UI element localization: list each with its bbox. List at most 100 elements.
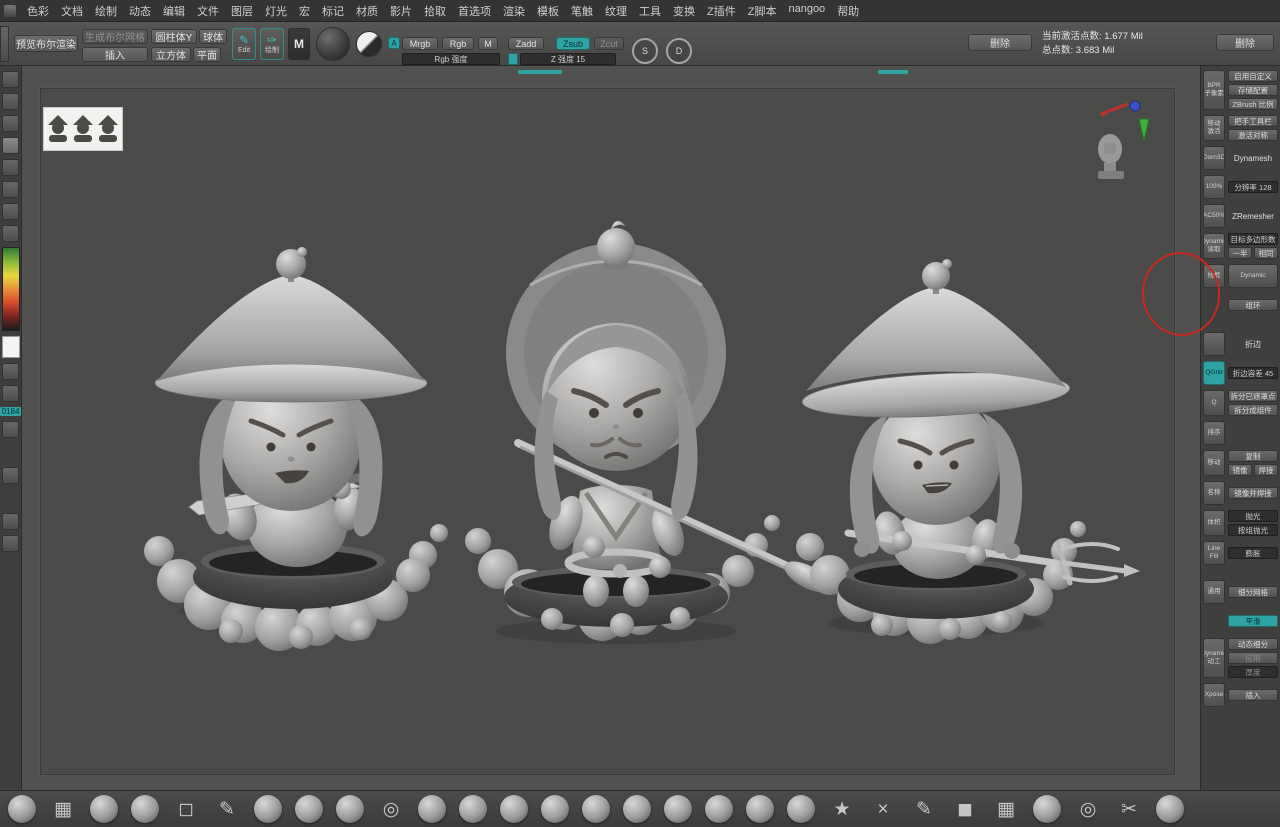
zbrush-scale-button[interactable]: ZBrush 比例 bbox=[1228, 98, 1278, 110]
menu-item[interactable]: 动态 bbox=[123, 0, 157, 22]
zsub-button[interactable]: Zsub bbox=[556, 37, 590, 50]
hidden-palette-tab[interactable] bbox=[518, 70, 562, 74]
hidden-palette-tab[interactable] bbox=[878, 70, 908, 74]
pinch-brush-icon[interactable] bbox=[336, 795, 364, 823]
wireframe-icon[interactable]: 线框 bbox=[1203, 264, 1225, 288]
menu-item[interactable]: 工具 bbox=[633, 0, 667, 22]
apply-button[interactable]: 应用 bbox=[1228, 652, 1278, 664]
blob-brush-icon[interactable] bbox=[664, 795, 692, 823]
half-button[interactable]: 一半 bbox=[1228, 247, 1252, 259]
menu-item[interactable]: 变换 bbox=[667, 0, 701, 22]
z-intensity-slider[interactable]: Z 强度 15 bbox=[520, 53, 616, 65]
menu-item[interactable]: 纹理 bbox=[599, 0, 633, 22]
inflate-slider[interactable]: 膨胀 bbox=[1228, 547, 1278, 559]
cross-brush-icon[interactable]: × bbox=[869, 795, 897, 823]
a-toggle-button[interactable]: A bbox=[388, 37, 400, 49]
canvas-area[interactable] bbox=[22, 66, 1200, 790]
smooth-toggle-button[interactable]: 平滑 bbox=[1228, 615, 1278, 627]
menu-item[interactable]: 绘制 bbox=[89, 0, 123, 22]
crease-brush-icon[interactable] bbox=[418, 795, 446, 823]
drop-sphere-icon[interactable] bbox=[1156, 795, 1184, 823]
smooth-brush-icon[interactable] bbox=[254, 795, 282, 823]
knife-brush-icon[interactable]: ✎ bbox=[910, 795, 938, 823]
resolution-slider[interactable]: 分辨率 128 bbox=[1228, 181, 1278, 193]
zcut-button[interactable]: Zcut bbox=[594, 37, 624, 50]
draw-mode-button[interactable]: ✑ 绘制 bbox=[260, 28, 284, 60]
menu-item[interactable]: 拾取 bbox=[418, 0, 452, 22]
zbrush-document[interactable] bbox=[40, 88, 1175, 775]
polish-brush-icon[interactable] bbox=[500, 795, 528, 823]
move-icon[interactable]: 移动 bbox=[1203, 450, 1225, 476]
menu-item[interactable]: 图层 bbox=[225, 0, 259, 22]
sculpt-figure-center[interactable] bbox=[465, 220, 836, 644]
left-tray-toggle[interactable] bbox=[0, 26, 9, 62]
menu-item[interactable]: 影片 bbox=[384, 0, 418, 22]
left-tray-button[interactable] bbox=[2, 535, 19, 552]
cylinder-y-button[interactable]: 圆柱体Y bbox=[151, 29, 197, 44]
rgb-button[interactable]: Rgb bbox=[442, 37, 474, 50]
sort-icon[interactable]: 排序 bbox=[1203, 421, 1225, 445]
snakehook-brush-icon[interactable] bbox=[705, 795, 733, 823]
cube-primitive-icon[interactable]: ◼ bbox=[951, 795, 979, 823]
duplicate-button[interactable]: 复制 bbox=[1228, 450, 1278, 462]
dynamic-read-icon[interactable]: Dynamic 读取 bbox=[1203, 233, 1225, 259]
dynamic-subdiv-icon[interactable]: Dynamic 动工 bbox=[1203, 638, 1225, 678]
move-brush-icon[interactable] bbox=[131, 795, 159, 823]
polymesh-cube-icon[interactable]: ▦ bbox=[49, 795, 77, 823]
menu-item[interactable]: Z脚本 bbox=[742, 0, 783, 22]
sculpt-figure-left[interactable] bbox=[144, 247, 448, 651]
menu-item[interactable]: 帮助 bbox=[831, 0, 865, 22]
left-tray-button[interactable] bbox=[2, 115, 19, 132]
menu-item[interactable]: Z插件 bbox=[701, 0, 742, 22]
ring-primitive-icon[interactable]: ◎ bbox=[1074, 795, 1102, 823]
store-config-button[interactable]: 存储配置 bbox=[1228, 84, 1278, 96]
volume-icon[interactable]: 体积 bbox=[1203, 510, 1225, 536]
split-masked-button[interactable]: 拆分已遮罩点 bbox=[1228, 390, 1278, 402]
mesh-cube-icon[interactable]: ▦ bbox=[992, 795, 1020, 823]
menu-item[interactable]: 首选项 bbox=[452, 0, 497, 22]
qgrid-button[interactable]: QGrid bbox=[1203, 361, 1225, 385]
left-tray-button[interactable] bbox=[2, 225, 19, 242]
dynamic-subdiv-button[interactable]: 动态细分 bbox=[1228, 638, 1278, 650]
same-button[interactable]: 相同 bbox=[1254, 247, 1278, 259]
line-fill-icon[interactable]: Line Fill bbox=[1203, 541, 1225, 565]
star-brush-icon[interactable]: ★ bbox=[828, 795, 856, 823]
standard-brush-icon[interactable] bbox=[8, 795, 36, 823]
material-sphere-icon[interactable] bbox=[316, 27, 350, 61]
inflate-brush-icon[interactable] bbox=[295, 795, 323, 823]
left-tray-button[interactable] bbox=[2, 421, 19, 438]
divide-brush-icon[interactable]: 通用 bbox=[1203, 580, 1225, 604]
split-parts-button[interactable]: 拆分成组件 bbox=[1228, 404, 1278, 416]
dynamic-icon[interactable]: Dynamic bbox=[1228, 264, 1278, 288]
mirror-button[interactable]: 镜像 bbox=[1228, 464, 1252, 476]
name-icon[interactable]: 名称 bbox=[1203, 481, 1225, 505]
menu-item[interactable]: 宏 bbox=[293, 0, 316, 22]
left-tray-button[interactable] bbox=[2, 203, 19, 220]
crease-cube-icon[interactable] bbox=[1203, 332, 1225, 356]
xpose-icon[interactable]: Xpose bbox=[1203, 683, 1225, 707]
left-tray-button[interactable] bbox=[2, 363, 19, 380]
menu-item[interactable]: 笔触 bbox=[565, 0, 599, 22]
delete-right-button[interactable]: 删除 bbox=[1216, 34, 1274, 51]
dorn3d-icon[interactable]: Dorn3D bbox=[1203, 146, 1225, 170]
generate-boolean-button[interactable]: 生成布尔网格 bbox=[82, 29, 148, 44]
delete-button[interactable]: 删除 bbox=[968, 34, 1032, 51]
menu-item[interactable]: 文件 bbox=[191, 0, 225, 22]
gizmo-toolbar-button[interactable]: 把手工具栏 bbox=[1228, 115, 1278, 127]
menu-item[interactable]: nangoo bbox=[782, 0, 831, 22]
polish-slider[interactable]: 抛光 bbox=[1228, 510, 1278, 522]
bpr-button[interactable]: BPR 子像素 bbox=[1203, 70, 1225, 110]
nudge-brush-icon[interactable] bbox=[787, 795, 815, 823]
activate-symmetry-button[interactable]: 激活对称 bbox=[1228, 129, 1278, 141]
insert-mesh-button[interactable]: 插入 bbox=[1228, 689, 1278, 701]
m-button[interactable]: M bbox=[478, 37, 498, 50]
menu-item[interactable]: 灯光 bbox=[259, 0, 293, 22]
mrgb-button[interactable]: Mrgb bbox=[402, 37, 438, 50]
menu-item[interactable]: 编辑 bbox=[157, 0, 191, 22]
menu-item[interactable]: 模板 bbox=[531, 0, 565, 22]
clay-brush-icon[interactable] bbox=[90, 795, 118, 823]
menu-item[interactable]: 标记 bbox=[316, 0, 350, 22]
move-elastic-button[interactable]: M bbox=[288, 28, 310, 60]
clay-tube-brush-icon[interactable] bbox=[746, 795, 774, 823]
crease-tolerance-slider[interactable]: 折边容差 45 bbox=[1228, 367, 1278, 379]
